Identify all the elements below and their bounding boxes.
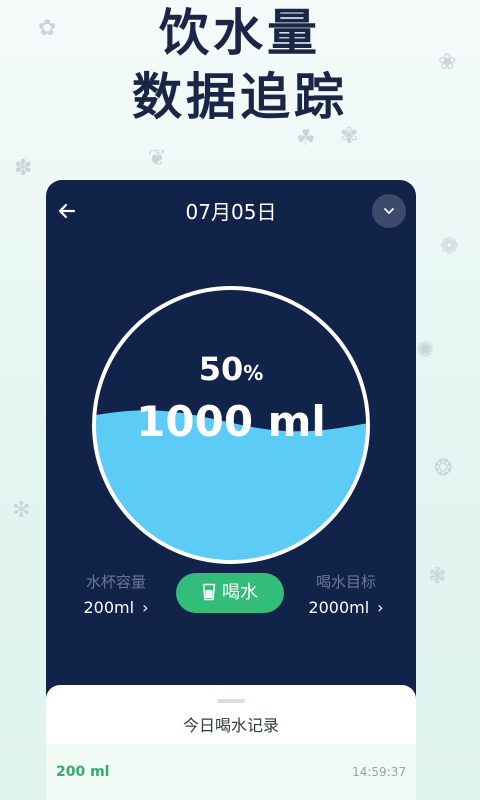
sheet-drag-handle[interactable]	[217, 699, 245, 703]
decorative-fruit-icon: ❁	[440, 234, 459, 259]
drinking-goal-value: 2000ml	[308, 598, 370, 617]
today-records-sheet[interactable]: 今日喝水记录 200 ml 14:59:37	[46, 685, 416, 800]
chevron-right-icon: ›	[377, 598, 384, 617]
drink-water-label: 喝水	[222, 582, 258, 603]
decorative-fruit-icon: ❦	[148, 146, 167, 171]
decorative-fruit-icon: ☘	[296, 126, 316, 151]
decorative-fruit-icon: ✻	[12, 498, 31, 523]
cup-capacity-value-row: 200ml ›	[61, 598, 171, 618]
promo-headline-line2: 数据追踪	[132, 68, 348, 126]
water-progress-gauge: 50% 1000 ml	[89, 283, 373, 567]
decorative-fruit-icon: ✾	[340, 124, 359, 149]
record-row[interactable]: 200 ml 14:59:37	[46, 744, 416, 800]
cup-capacity-label: 水杯容量	[85, 573, 146, 591]
decorative-fruit-icon: ✺	[416, 338, 435, 363]
cup-capacity-setting[interactable]: 水杯容量 200ml ›	[61, 572, 171, 618]
date-dropdown-button[interactable]	[372, 194, 406, 228]
decorative-fruit-icon: ✿	[38, 16, 57, 41]
cup-capacity-value: 200ml	[83, 598, 135, 617]
record-amount: 200 ml	[56, 764, 110, 780]
chevron-down-icon	[384, 208, 394, 214]
water-cup-icon	[202, 583, 216, 600]
progress-percent: 50%	[89, 350, 373, 388]
drink-water-button[interactable]: 喝水	[176, 573, 284, 613]
decorative-fruit-icon: ✽	[14, 156, 33, 181]
progress-percent-unit: %	[243, 361, 264, 385]
record-time: 14:59:37	[352, 765, 406, 779]
drinking-goal-setting[interactable]: 喝水目标 2000ml ›	[291, 572, 401, 618]
promo-headline-line1: 饮水量	[159, 4, 321, 62]
progress-percent-value: 50	[198, 350, 244, 388]
date-title[interactable]: 07月05日	[46, 200, 416, 224]
drinking-goal-value-row: 2000ml ›	[291, 598, 401, 618]
records-title: 今日喝水记录	[182, 716, 279, 735]
decorative-fruit-icon: ❂	[434, 456, 453, 481]
chevron-right-icon: ›	[142, 598, 149, 617]
decorative-fruit-icon: ❃	[428, 564, 447, 589]
decorative-fruit-icon: ❀	[438, 50, 457, 75]
consumed-amount: 1000 ml	[136, 397, 326, 446]
drinking-goal-label: 喝水目标	[315, 573, 376, 591]
